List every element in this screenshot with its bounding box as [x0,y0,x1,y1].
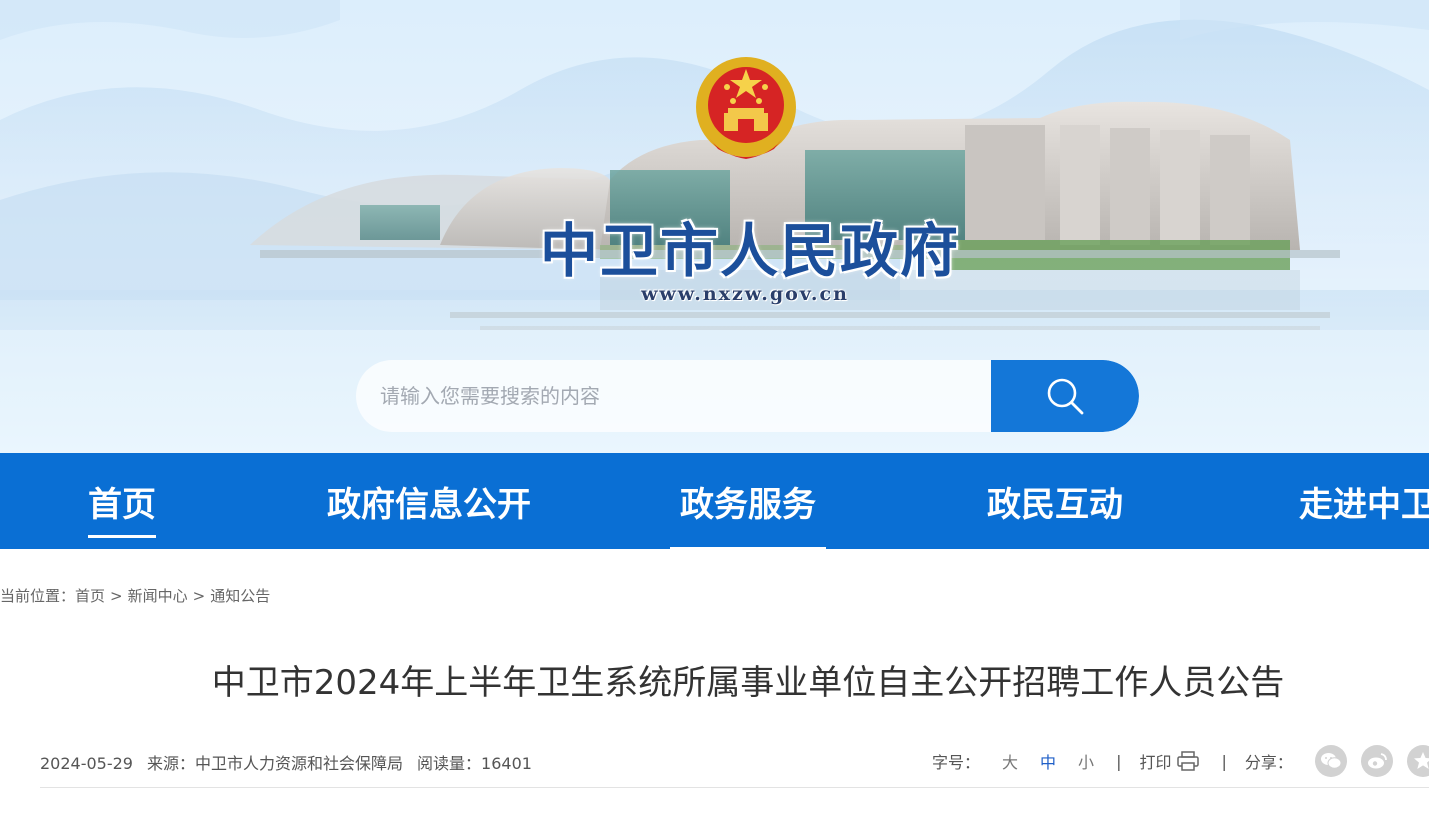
font-size-small-button[interactable]: 小 [1078,749,1094,773]
source-info: 来源：中卫市人力资源和社会保障局 [147,754,403,773]
print-label: 打印 [1139,753,1172,772]
header-banner: 中卫市人民政府 www.nxzw.gov.cn [0,0,1429,453]
nav-item-gov-services[interactable]: 政务服务 [670,453,826,549]
wechat-icon[interactable] [1314,745,1347,777]
search-icon [1047,378,1084,415]
nav-item-about-zhongwei[interactable]: 走进中卫 [1299,453,1429,549]
nav-item-label: 政民互动 [987,484,1123,525]
weibo-icon[interactable] [1360,745,1393,777]
nav-item-label: 走进中卫 [1299,484,1429,525]
nav-item-label: 首页 [88,477,156,538]
article-meta: 2024-05-29 来源：中卫市人力资源和社会保障局 阅读量：16401 [40,750,546,774]
article-tools: 字号： 大 中 小 | 打印 | 分享： [932,745,1429,777]
site-url: www.nxzw.gov.cn [641,283,849,305]
view-count: 阅读量：16401 [417,754,532,773]
font-size-medium-button[interactable]: 中 [1040,749,1056,773]
search-input[interactable] [356,360,991,432]
source-label: 来源： [146,754,195,773]
views-label: 阅读量： [417,754,482,773]
nav-item-label: 政务服务 [680,484,816,525]
breadcrumb: 当前位置：首页 > 新闻中心 > 通知公告 [0,585,270,606]
nav-item-gov-info[interactable]: 政府信息公开 [327,453,531,549]
search-bar [356,360,1139,432]
site-title: 中卫市人民政府 [539,217,960,285]
print-button[interactable]: 打印 [1139,749,1200,773]
breadcrumb-link-home[interactable]: 首页 [75,587,105,605]
national-emblem-icon [696,57,796,159]
breadcrumb-prefix: 当前位置： [0,587,76,605]
tools-divider: | [1221,751,1227,771]
tools-divider: | [1116,751,1122,771]
printer-icon [1177,751,1200,771]
nav-item-home[interactable]: 首页 [88,453,156,549]
share-label: 分享： [1244,753,1293,772]
article-title: 中卫市2024年上半年卫生系统所属事业单位自主公开招聘工作人员公告 [211,663,1285,703]
meta-divider-line [40,787,1429,788]
font-size-large-button[interactable]: 大 [1002,749,1018,773]
nav-item-interaction[interactable]: 政民互动 [987,453,1123,549]
qzone-icon[interactable] [1406,745,1429,777]
breadcrumb-separator: > [192,587,206,605]
nav-item-label: 政府信息公开 [327,484,531,525]
source-value: 中卫市人力资源和社会保障局 [195,754,404,773]
publish-date: 2024-05-29 [40,754,133,773]
breadcrumb-link-news[interactable]: 新闻中心 [128,587,188,605]
breadcrumb-link-notices[interactable]: 通知公告 [210,587,270,605]
views-value: 16401 [481,754,532,773]
main-nav: 首页 政府信息公开 政务服务 政民互动 走进中卫 [0,453,1429,549]
search-button[interactable] [991,360,1139,432]
font-size-label: 字号： [932,753,981,772]
breadcrumb-separator: > [110,587,123,605]
